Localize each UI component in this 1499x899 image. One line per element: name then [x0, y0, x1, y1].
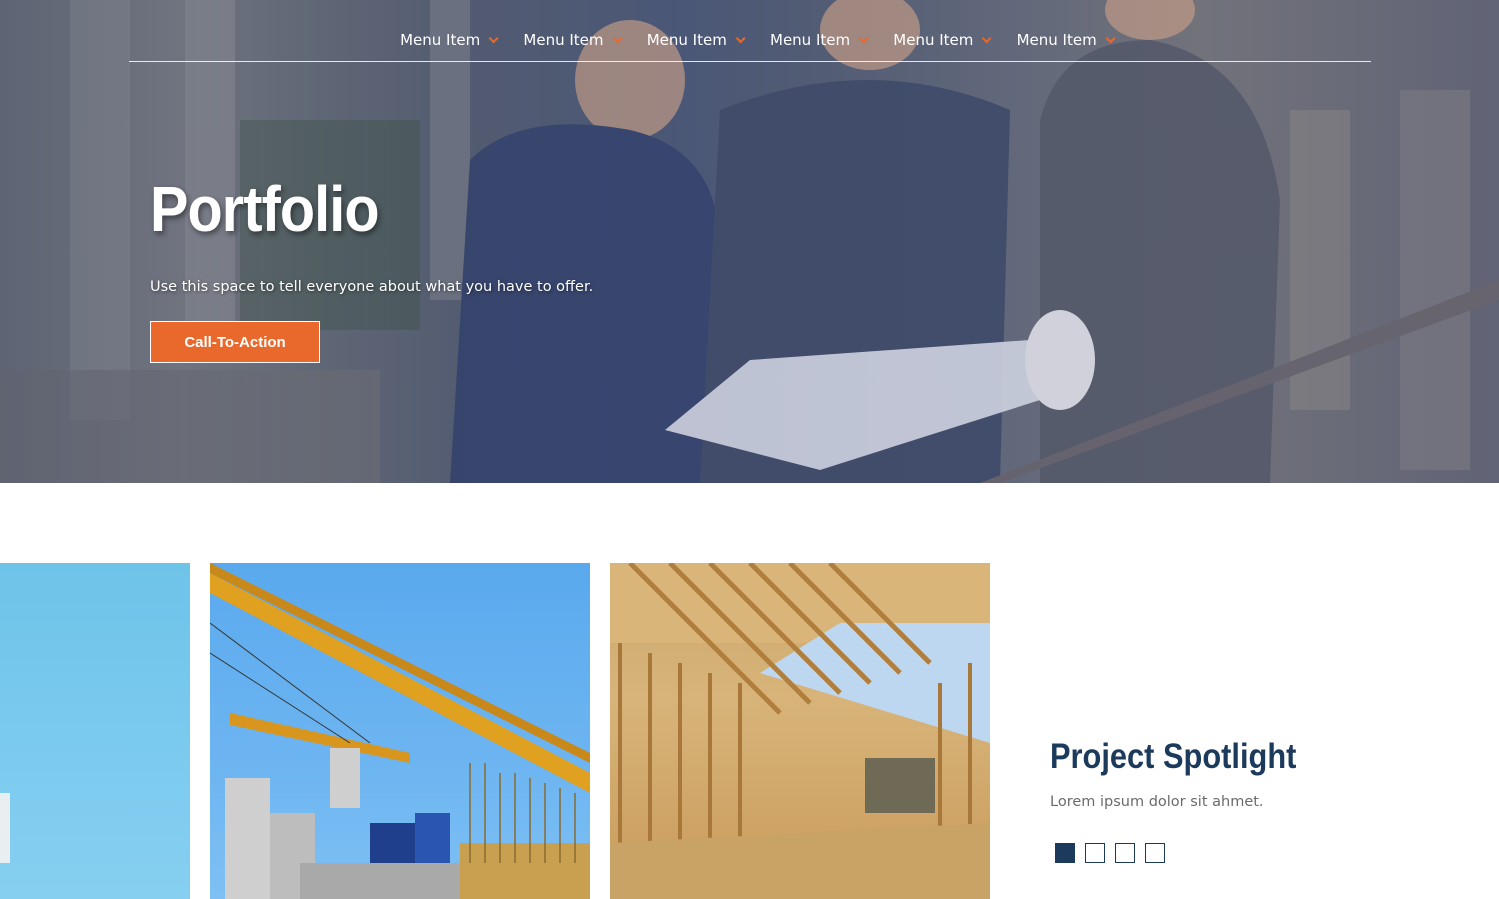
chevron-down-icon [488, 32, 499, 43]
call-to-action-button[interactable]: Call-To-Action [150, 321, 320, 363]
nav-menu-item-label: Menu Item [770, 31, 851, 49]
nav-menu-item-label: Menu Item [646, 31, 727, 49]
portfolio-image-crane[interactable] [210, 563, 590, 899]
page-title: Portfolio [150, 173, 380, 245]
nav-menu-item-label: Menu Item [893, 31, 974, 49]
nav-menu-item-3[interactable]: Menu Item [647, 19, 770, 61]
carousel-dot-1[interactable] [1055, 843, 1075, 863]
main-navigation: Menu Item Menu Item Menu Item Menu Item … [129, 0, 1371, 62]
nav-menu-item-6[interactable]: Menu Item [1017, 19, 1140, 61]
nav-menu-item-label: Menu Item [400, 31, 481, 49]
nav-menu-item-1[interactable]: Menu Item [400, 19, 523, 61]
carousel-pagination [1055, 843, 1165, 863]
sky-building-image [0, 793, 10, 863]
chevron-down-icon [982, 32, 992, 43]
nav-menu-item-2[interactable]: Menu Item [523, 19, 646, 61]
project-spotlight-text: Lorem ipsum dolor sit ahmet. [1050, 794, 1264, 810]
wood-framing-image [610, 563, 990, 899]
nav-menu-item-5[interactable]: Menu Item [893, 19, 1016, 61]
chevron-down-icon [612, 32, 623, 43]
chevron-down-icon [1105, 32, 1116, 43]
hero-subtitle: Use this space to tell everyone about wh… [150, 279, 594, 295]
nav-menu-item-label: Menu Item [1016, 31, 1097, 49]
carousel-dot-2[interactable] [1085, 843, 1105, 863]
portfolio-image-framing[interactable] [610, 563, 990, 899]
nav-menu-item-label: Menu Item [523, 31, 604, 49]
project-spotlight-title: Project Spotlight [1050, 737, 1297, 776]
carousel-dot-4[interactable] [1145, 843, 1165, 863]
chevron-down-icon [858, 32, 869, 43]
chevron-down-icon [735, 32, 746, 43]
portfolio-image-sky[interactable] [0, 563, 190, 899]
hero-banner: Menu Item Menu Item Menu Item Menu Item … [0, 0, 1499, 483]
carousel-dot-3[interactable] [1115, 843, 1135, 863]
nav-menu-item-4[interactable]: Menu Item [770, 19, 893, 61]
nav-menu: Menu Item Menu Item Menu Item Menu Item … [400, 19, 1140, 61]
crane-construction-image [210, 563, 590, 899]
